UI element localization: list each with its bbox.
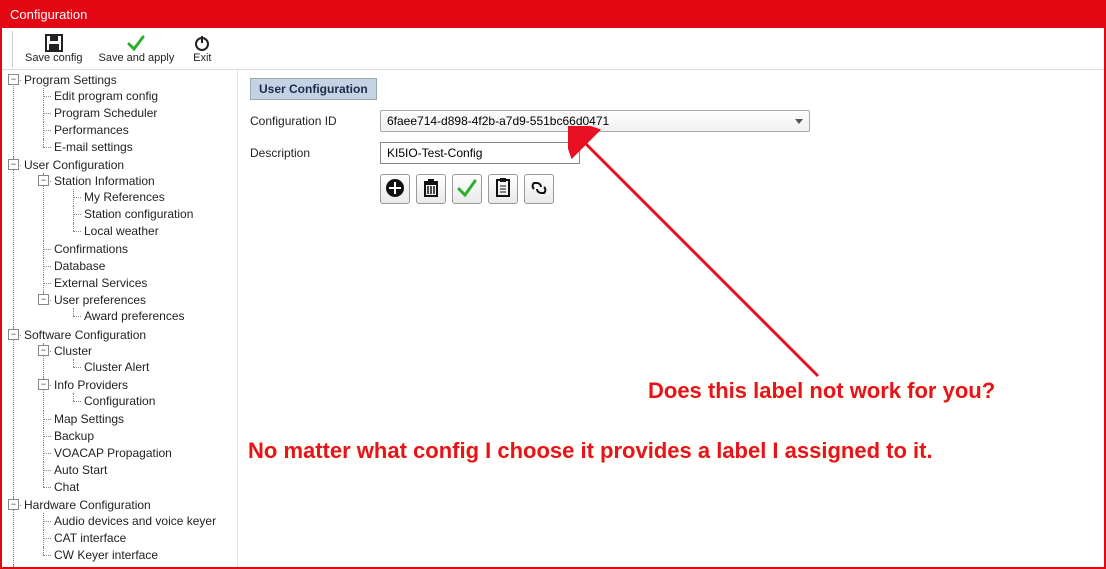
chain-link-icon — [528, 177, 550, 202]
toolbar-separator — [12, 31, 13, 67]
check-icon — [456, 177, 478, 202]
tree-node-edit-program-config[interactable]: Edit program config — [38, 88, 233, 105]
title-bar: Configuration — [2, 2, 1104, 28]
collapse-icon[interactable]: − — [38, 294, 49, 305]
add-button[interactable] — [380, 174, 410, 204]
tree-node-external-services[interactable]: External Services — [38, 275, 233, 292]
power-icon — [193, 34, 211, 52]
tree-node-local-weather[interactable]: Local weather — [68, 223, 233, 240]
annotation-text-1: Does this label not work for you? — [648, 378, 995, 404]
tree-node-confirmations[interactable]: Confirmations — [38, 241, 233, 258]
nav-tree: −Program Settings Edit program config Pr… — [6, 72, 233, 567]
clipboard-icon — [492, 177, 514, 202]
exit-label: Exit — [193, 52, 211, 64]
tree-node-auto-start[interactable]: Auto Start — [38, 462, 233, 479]
config-id-label: Configuration ID — [250, 114, 380, 128]
tree-node-cluster-alert[interactable]: Cluster Alert — [68, 359, 233, 376]
collapse-icon[interactable]: − — [8, 159, 19, 170]
tree-node-award-preferences[interactable]: Award preferences — [68, 308, 233, 325]
nav-tree-panel[interactable]: −Program Settings Edit program config Pr… — [2, 70, 238, 567]
collapse-icon[interactable]: − — [8, 499, 19, 510]
toolbar: Save config Save and apply Exit — [2, 28, 1104, 70]
tree-node-my-references[interactable]: My References — [68, 189, 233, 206]
tree-node-user-preferences[interactable]: −User preferences Award preferences — [38, 292, 233, 326]
trash-icon — [420, 177, 442, 202]
tree-node-software-configuration[interactable]: −Software Configuration −Cluster Cluster… — [8, 327, 233, 497]
apply-button[interactable] — [452, 174, 482, 204]
tree-node-email-settings[interactable]: E-mail settings — [38, 139, 233, 156]
tree-node-program-scheduler[interactable]: Program Scheduler — [38, 105, 233, 122]
tree-node-software-integration[interactable]: +Software integration — [8, 565, 233, 567]
section-title: User Configuration — [250, 78, 377, 100]
config-id-value: 6faee714-d898-4f2b-a7d9-551bc66d0471 — [387, 114, 609, 128]
save-config-button[interactable]: Save config — [17, 32, 90, 66]
tree-node-info-providers[interactable]: −Info Providers Configuration — [38, 377, 233, 411]
copy-button[interactable] — [488, 174, 518, 204]
collapse-icon[interactable]: − — [8, 74, 19, 85]
tree-node-hardware-configuration[interactable]: −Hardware Configuration Audio devices an… — [8, 497, 233, 565]
save-apply-label: Save and apply — [98, 52, 174, 64]
tree-node-configuration[interactable]: Configuration — [68, 393, 233, 410]
tree-node-voacap[interactable]: VOACAP Propagation — [38, 445, 233, 462]
collapse-icon[interactable]: − — [38, 379, 49, 390]
tree-node-user-configuration[interactable]: −User Configuration −Station Information… — [8, 157, 233, 327]
tree-node-program-settings[interactable]: −Program Settings Edit program config Pr… — [8, 72, 233, 157]
tree-node-performances[interactable]: Performances — [38, 122, 233, 139]
save-disk-icon — [45, 34, 63, 52]
window-title: Configuration — [10, 7, 87, 22]
description-input[interactable] — [380, 142, 580, 164]
annotation-text-2: No matter what config I choose it provid… — [248, 438, 933, 464]
save-apply-button[interactable]: Save and apply — [90, 32, 182, 66]
annotation-arrow — [568, 126, 838, 386]
collapse-icon[interactable]: − — [38, 345, 49, 356]
main-panel: User Configuration Configuration ID 6fae… — [238, 70, 1104, 567]
tree-node-cat-interface[interactable]: CAT interface — [38, 530, 233, 547]
tree-node-station-information[interactable]: −Station Information My References Stati… — [38, 173, 233, 241]
link-button[interactable] — [524, 174, 554, 204]
plus-circle-icon — [384, 177, 406, 202]
description-label: Description — [250, 146, 380, 160]
tree-node-database[interactable]: Database — [38, 258, 233, 275]
collapse-icon[interactable]: − — [38, 175, 49, 186]
tree-node-map-settings[interactable]: Map Settings — [38, 411, 233, 428]
save-config-label: Save config — [25, 52, 82, 64]
exit-button[interactable]: Exit — [182, 32, 222, 66]
delete-button[interactable] — [416, 174, 446, 204]
tree-node-chat[interactable]: Chat — [38, 479, 233, 496]
tree-node-cw-keyer[interactable]: CW Keyer interface — [38, 547, 233, 564]
tree-node-backup[interactable]: Backup — [38, 428, 233, 445]
config-id-combo[interactable]: 6faee714-d898-4f2b-a7d9-551bc66d0471 — [380, 110, 810, 132]
tree-node-cluster[interactable]: −Cluster Cluster Alert — [38, 343, 233, 377]
check-apply-icon — [127, 34, 145, 52]
collapse-icon[interactable]: − — [8, 329, 19, 340]
tree-node-audio-devices[interactable]: Audio devices and voice keyer — [38, 513, 233, 530]
tree-node-station-configuration[interactable]: Station configuration — [68, 206, 233, 223]
